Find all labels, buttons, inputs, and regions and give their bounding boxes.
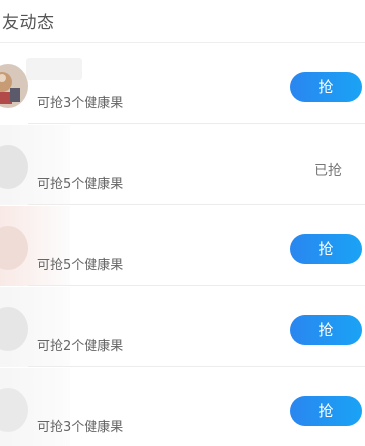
row-divider xyxy=(28,204,365,205)
page-title: 友动态 xyxy=(2,13,55,33)
fruit-count-label: 可抢5个健康果 xyxy=(37,177,124,192)
grab-button[interactable]: 抢 xyxy=(290,72,362,102)
friend-activity-page: 友动态 可抢3个健康果 抢 可抢5个健康果 已抢 可抢5个健康果 抢 可抢2个健… xyxy=(0,0,365,446)
name-blur xyxy=(26,58,82,80)
grab-button[interactable]: 抢 xyxy=(290,234,362,264)
fruit-count-label: 可抢3个健康果 xyxy=(37,420,124,435)
fruit-count-label: 可抢3个健康果 xyxy=(37,96,124,111)
list-item[interactable]: 可抢3个健康果 抢 xyxy=(0,44,365,124)
grab-button[interactable]: 抢 xyxy=(290,315,362,345)
avatar xyxy=(0,64,28,108)
row-divider xyxy=(28,366,365,367)
grab-button[interactable]: 抢 xyxy=(290,396,362,426)
fruit-count-label: 可抢5个健康果 xyxy=(37,258,124,273)
row-divider xyxy=(28,123,365,124)
teddy-bear-avatar-image xyxy=(0,64,28,108)
list-item[interactable]: 可抢2个健康果 抢 xyxy=(0,287,365,367)
grabbed-status: 已抢 xyxy=(314,163,342,179)
fruit-count-label: 可抢2个健康果 xyxy=(37,339,124,354)
page-header: 友动态 xyxy=(0,0,365,43)
row-divider xyxy=(28,285,365,286)
list-item[interactable]: 可抢3个健康果 抢 xyxy=(0,368,365,446)
list-item[interactable]: 可抢5个健康果 抢 xyxy=(0,206,365,286)
list-item[interactable]: 可抢5个健康果 已抢 xyxy=(0,125,365,205)
